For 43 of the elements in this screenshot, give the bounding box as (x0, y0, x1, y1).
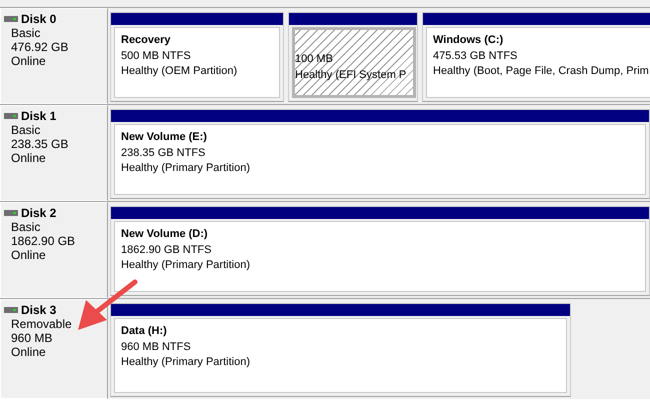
disk-info-panel[interactable]: Disk 0 Basic 476.92 GB Online (0, 8, 108, 104)
disk-status: Online (11, 54, 47, 68)
disk-status: Online (11, 248, 47, 262)
partition-title: New Volume (D:) (121, 227, 209, 242)
partition-status: Healthy (OEM Partition) (121, 64, 238, 79)
disk-size: 238.35 GB (11, 137, 70, 151)
disk-status: Online (11, 345, 47, 359)
partition-title: Recovery (121, 33, 172, 48)
partition-size: 1862.90 GB NTFS (121, 242, 212, 258)
partition-status: Healthy (Primary Partition) (121, 161, 251, 176)
disk-size: 476.92 GB (11, 40, 70, 54)
disk-type: Basic (11, 123, 42, 137)
partition-status: Healthy (Primary Partition) (121, 258, 251, 273)
partition-status: Healthy (Boot, Page File, Crash Dump, Prim (433, 64, 650, 79)
partition-size: 960 MB NTFS (121, 340, 192, 354)
disk-info-panel[interactable]: Disk 2 Basic 1862.90 GB Online (0, 202, 108, 298)
disk-name: Disk 3 (21, 303, 56, 317)
partition-box[interactable]: New Volume (E:) 238.35 GB NTFS Healthy (Primary Partition) (114, 124, 646, 195)
disk-info-panel[interactable]: Disk 3 Removable 960 MB Online (0, 299, 108, 399)
partition-box[interactable]: Data (H:) 960 MB NTFS Healthy (Primary Partition) (114, 318, 567, 393)
partition-size: 238.35 GB NTFS (121, 146, 206, 160)
partition-box[interactable]: 100 MB Healthy (EFI System P (292, 27, 416, 98)
partition-status: Healthy (Primary Partition) (121, 355, 251, 370)
partition-size: 500 MB NTFS (121, 48, 192, 64)
disk-status: Online (11, 151, 47, 165)
partition-title: Windows (C:) (433, 33, 504, 48)
disk-type: Removable (11, 317, 73, 331)
partition-box[interactable]: Recovery 500 MB NTFS Healthy (OEM Partition) (114, 27, 280, 98)
disk-name: Disk 0 (21, 12, 56, 26)
partition-box[interactable]: Windows (C:) 475.53 GB NTFS Healthy (Boot, Page File, Crash Dump, Prim (426, 27, 650, 98)
disk-size: 960 MB (11, 331, 54, 345)
partition-size: 475.53 GB NTFS (433, 48, 518, 64)
disk-name: Disk 1 (21, 109, 56, 123)
disk-type: Basic (11, 220, 42, 234)
disk-size: 1862.90 GB (11, 234, 76, 248)
partition-status: Healthy (EFI System P (295, 68, 408, 82)
partition-title: Data (H:) (121, 324, 168, 339)
disk-type: Basic (11, 26, 42, 40)
partition-size: 100 MB (295, 52, 334, 67)
partition-title: New Volume (E:) (121, 130, 208, 145)
partition-box[interactable]: New Volume (D:) 1862.90 GB NTFS Healthy (Primary Partition) (114, 221, 646, 292)
disk-info-panel[interactable]: Disk 1 Basic 238.35 GB Online (0, 105, 108, 201)
disk-name: Disk 2 (21, 206, 56, 220)
